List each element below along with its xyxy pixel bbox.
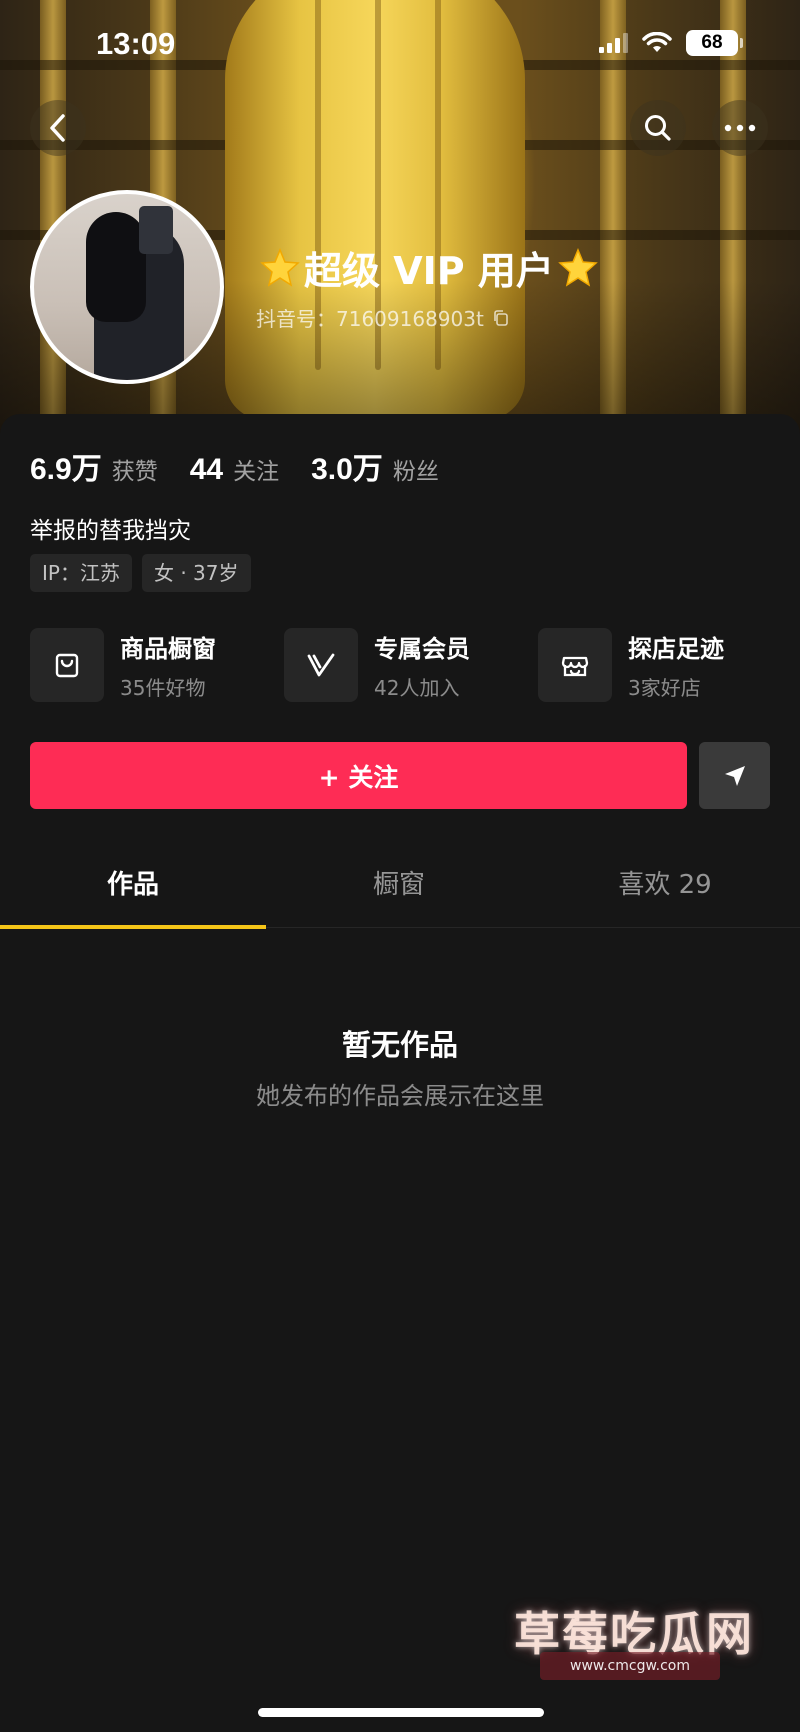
share-button[interactable] bbox=[699, 742, 770, 809]
profile-panel: 6.9万 获赞 44 关注 3.0万 粉丝 举报的替我挡灾 IP：江苏 女 · … bbox=[0, 414, 800, 1732]
chevron-left-icon bbox=[50, 114, 65, 142]
tab-works[interactable]: 作品 bbox=[0, 842, 266, 928]
tab-showcase[interactable]: 橱窗 bbox=[266, 842, 532, 928]
back-button[interactable] bbox=[30, 100, 86, 156]
profile-bio: 举报的替我挡灾 bbox=[30, 518, 191, 544]
profile-tags: IP：江苏 女 · 37岁 bbox=[30, 554, 251, 592]
feature-subtitle: 3家好店 bbox=[628, 676, 701, 700]
status-time: 13:09 bbox=[96, 26, 176, 61]
username-text: 超级 VIP 用户 bbox=[304, 249, 554, 293]
search-icon bbox=[645, 115, 671, 141]
active-tab-indicator bbox=[0, 925, 266, 929]
stat-label: 粉丝 bbox=[392, 459, 439, 485]
feature-title: 探店足迹 bbox=[628, 635, 724, 663]
stat-value: 3.0万 bbox=[311, 453, 383, 486]
star-emoji-icon bbox=[260, 247, 300, 287]
signal-icon bbox=[599, 33, 628, 53]
feature-title: 商品橱窗 bbox=[120, 635, 216, 663]
feature-title: 专属会员 bbox=[374, 635, 470, 663]
status-icons: 68 bbox=[599, 30, 743, 56]
username: 超级 VIP 用户 bbox=[256, 240, 602, 295]
wifi-icon bbox=[642, 32, 672, 52]
douyin-id[interactable]: 抖音号：71609168903t bbox=[256, 303, 510, 332]
home-indicator[interactable] bbox=[258, 1708, 544, 1717]
empty-state-title: 暂无作品 bbox=[341, 1028, 458, 1062]
star-emoji-icon bbox=[558, 247, 598, 287]
copy-icon[interactable] bbox=[492, 309, 510, 327]
stat-likes[interactable]: 6.9万 获赞 bbox=[30, 444, 158, 488]
empty-state-subtitle: 她发布的作品会展示在这里 bbox=[256, 1082, 544, 1110]
shopping-bag-icon bbox=[55, 653, 79, 678]
search-button[interactable] bbox=[630, 100, 686, 156]
avatar[interactable] bbox=[30, 190, 224, 384]
feature-subtitle: 42人加入 bbox=[374, 676, 460, 700]
feature-subtitle: 35件好物 bbox=[120, 676, 206, 700]
more-dots-icon bbox=[724, 124, 756, 132]
content-tabs: 作品 橱窗 喜欢 29 bbox=[0, 842, 800, 929]
feature-store-visits[interactable]: 探店足迹 3家好店 bbox=[538, 628, 724, 702]
follow-button[interactable]: + 关注 bbox=[30, 742, 687, 809]
feature-showcase[interactable]: 商品橱窗 35件好物 bbox=[30, 628, 216, 702]
stat-value: 44 bbox=[189, 453, 224, 486]
profile-stats: 6.9万 获赞 44 关注 3.0万 粉丝 bbox=[30, 444, 471, 488]
send-icon bbox=[724, 765, 745, 786]
ip-location-tag: IP：江苏 bbox=[30, 554, 132, 592]
stat-following[interactable]: 44 关注 bbox=[190, 452, 279, 487]
store-icon bbox=[561, 656, 589, 677]
stat-label: 关注 bbox=[233, 459, 280, 485]
stat-label: 获赞 bbox=[111, 459, 158, 485]
more-button[interactable] bbox=[712, 100, 768, 156]
douyin-id-text: 抖音号：71609168903t bbox=[256, 307, 484, 331]
stat-value: 6.9万 bbox=[30, 453, 102, 486]
watermark-url: www.cmcgw.com bbox=[540, 1652, 720, 1680]
vip-v-icon bbox=[307, 653, 335, 677]
feature-membership[interactable]: 专属会员 42人加入 bbox=[284, 628, 470, 702]
stat-followers[interactable]: 3.0万 粉丝 bbox=[311, 444, 439, 488]
battery-indicator: 68 bbox=[686, 30, 743, 56]
gender-age-tag: 女 · 37岁 bbox=[141, 554, 251, 592]
tab-likes[interactable]: 喜欢 29 bbox=[532, 842, 798, 928]
